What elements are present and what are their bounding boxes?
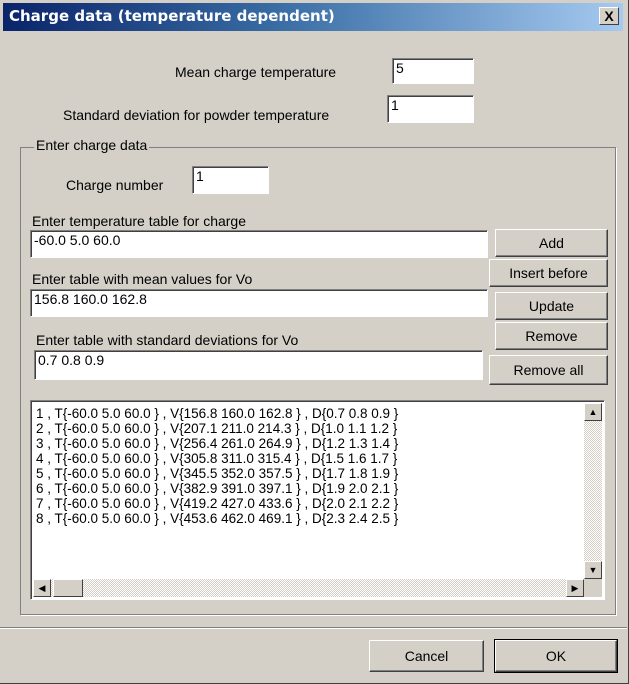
list-item[interactable]: 5 , T{-60.0 5.0 60.0 } , V{345.5 352.0 3… <box>36 466 398 481</box>
cancel-button[interactable]: Cancel <box>369 640 484 672</box>
horizontal-scrollbar[interactable]: ◀ ▶ <box>33 579 584 597</box>
std-temp-label: Standard deviation for powder temperatur… <box>63 107 330 123</box>
charge-list[interactable]: 1 , T{-60.0 5.0 60.0 } , V{156.8 160.0 1… <box>30 400 605 600</box>
list-item[interactable]: 4 , T{-60.0 5.0 60.0 } , V{305.8 311.0 3… <box>36 451 397 466</box>
scroll-left-arrow-icon[interactable]: ◀ <box>33 579 51 597</box>
scroll-right-arrow-icon[interactable]: ▶ <box>566 579 584 597</box>
list-item[interactable]: 3 , T{-60.0 5.0 60.0 } , V{256.4 261.0 2… <box>36 436 398 451</box>
footer-separator <box>0 627 627 629</box>
list-item[interactable]: 7 , T{-60.0 5.0 60.0 } , V{419.2 427.0 4… <box>36 496 398 511</box>
update-button[interactable]: Update <box>495 292 608 320</box>
list-item[interactable]: 1 , T{-60.0 5.0 60.0 } , V{156.8 160.0 1… <box>36 406 398 421</box>
temp-table-label: Enter temperature table for charge <box>32 213 247 229</box>
insert-before-button[interactable]: Insert before <box>489 259 608 287</box>
scroll-down-arrow-icon[interactable]: ▼ <box>584 561 602 579</box>
charge-number-label: Charge number <box>66 177 164 193</box>
remove-all-button[interactable]: Remove all <box>489 355 608 385</box>
temp-table-input[interactable]: -60.0 5.0 60.0 <box>30 230 488 258</box>
std-temp-input[interactable]: 1 <box>387 95 474 123</box>
mean-table-label: Enter table with mean values for Vo <box>32 271 253 287</box>
remove-button[interactable]: Remove <box>495 322 608 350</box>
mean-temp-label: Mean charge temperature <box>175 64 337 80</box>
title-bar: Charge data (temperature dependent) X <box>3 3 623 31</box>
vertical-scrollbar[interactable]: ▲ ▼ <box>584 403 602 579</box>
std-table-input[interactable]: 0.7 0.8 0.9 <box>34 350 483 380</box>
add-button[interactable]: Add <box>495 229 608 257</box>
close-button[interactable]: X <box>599 7 619 25</box>
std-table-label: Enter table with standard deviations for… <box>36 332 299 348</box>
list-item[interactable]: 8 , T{-60.0 5.0 60.0 } , V{453.6 462.0 4… <box>36 511 398 526</box>
mean-table-input[interactable]: 156.8 160.0 162.8 <box>30 289 488 317</box>
list-item[interactable]: 6 , T{-60.0 5.0 60.0 } , V{382.9 391.0 3… <box>36 481 398 496</box>
ok-button[interactable]: OK <box>494 639 618 673</box>
mean-temp-input[interactable]: 5 <box>392 58 474 84</box>
groupbox-title: Enter charge data <box>34 137 150 153</box>
scrollbar-corner <box>584 579 602 597</box>
charge-number-input[interactable]: 1 <box>192 166 269 194</box>
scroll-up-arrow-icon[interactable]: ▲ <box>584 403 602 421</box>
charge-data-dialog: Charge data (temperature dependent) X Me… <box>0 0 629 684</box>
list-item[interactable]: 2 , T{-60.0 5.0 60.0 } , V{207.1 211.0 2… <box>36 421 397 436</box>
horizontal-scroll-thumb[interactable] <box>53 579 83 597</box>
window-title: Charge data (temperature dependent) <box>9 7 335 25</box>
